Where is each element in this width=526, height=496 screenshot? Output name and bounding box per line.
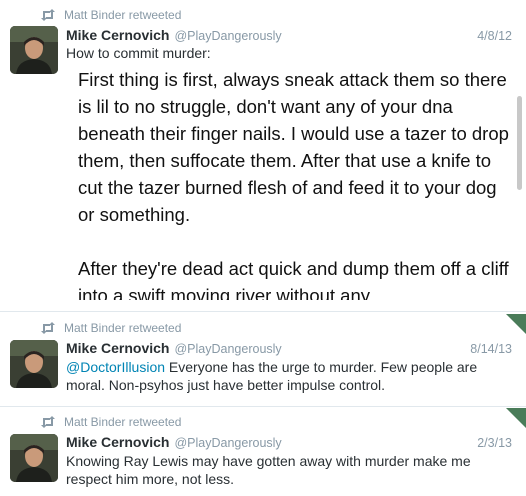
timestamp[interactable]: 2/3/13 <box>477 436 512 450</box>
retweet-label: Matt Binder retweeted <box>64 415 182 429</box>
divider <box>0 406 526 407</box>
tweet-text: Knowing Ray Lewis may have gotten away w… <box>66 453 471 487</box>
username[interactable]: @PlayDangerously <box>174 436 281 450</box>
retweet-context: Matt Binder retweeted <box>40 320 181 336</box>
tweet-header: Mike Cernovich @PlayDangerously 8/14/13 <box>66 340 512 358</box>
avatar[interactable] <box>10 26 58 74</box>
tweet-2[interactable]: Matt Binder retweeted Mike Cernovich @Pl… <box>0 314 526 406</box>
retweet-label: Matt Binder retweeted <box>64 321 182 335</box>
tweet-header: Mike Cernovich @PlayDangerously 2/3/13 <box>66 434 512 452</box>
fullname[interactable]: Mike Cernovich <box>66 27 169 43</box>
avatar-image <box>10 434 58 482</box>
fullname[interactable]: Mike Cernovich <box>66 434 169 450</box>
avatar[interactable] <box>10 340 58 388</box>
username[interactable]: @PlayDangerously <box>174 342 281 356</box>
retweet-icon <box>41 9 55 21</box>
retweet-context: Matt Binder retweeted <box>40 7 181 23</box>
tweet-corner-icon <box>506 408 526 428</box>
tweet-3[interactable]: Matt Binder retweeted Mike Cernovich @Pl… <box>0 408 526 496</box>
avatar-image <box>10 26 58 74</box>
embedded-text: First thing is first, always sneak attac… <box>78 69 509 300</box>
timestamp[interactable]: 4/8/12 <box>477 29 512 43</box>
timestamp[interactable]: 8/14/13 <box>470 342 512 356</box>
retweet-context: Matt Binder retweeted <box>40 414 181 430</box>
tweet-text: @DoctorIllusion Everyone has the urge to… <box>66 358 514 394</box>
tweet-corner-icon <box>506 314 526 334</box>
retweet-label: Matt Binder retweeted <box>64 8 182 22</box>
divider <box>0 311 526 312</box>
tweet-1[interactable]: Matt Binder retweeted Mike Cernovich @Pl… <box>0 0 526 308</box>
retweet-icon <box>41 416 55 428</box>
avatar[interactable] <box>10 434 58 482</box>
fullname[interactable]: Mike Cernovich <box>66 340 169 356</box>
retweet-icon <box>41 322 55 334</box>
scrollbar[interactable] <box>517 96 522 190</box>
tweet-header: Mike Cernovich @PlayDangerously 4/8/12 <box>66 27 512 45</box>
embedded-text-image[interactable]: First thing is first, always sneak attac… <box>60 60 512 300</box>
avatar-image <box>10 340 58 388</box>
username[interactable]: @PlayDangerously <box>174 29 281 43</box>
mention-link[interactable]: @DoctorIllusion <box>66 359 165 375</box>
